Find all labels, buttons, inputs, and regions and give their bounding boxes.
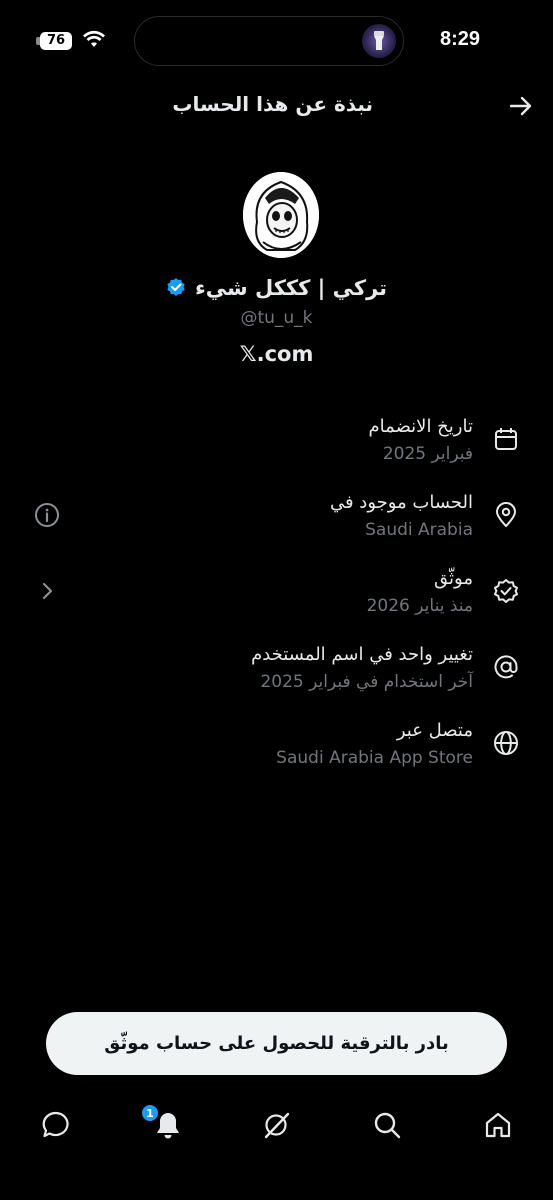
chat-icon[interactable] — [41, 1110, 71, 1140]
row-subtitle: Saudi Arabia — [365, 520, 473, 540]
row-title: تاريخ الانضمام — [368, 416, 473, 437]
row-subtitle: آخر استخدام في فبراير 2025 — [260, 672, 473, 692]
row-subtitle: منذ يناير 2026 — [366, 596, 473, 616]
display-name-row: تركي | كككل شيء — [0, 276, 553, 300]
wifi-icon — [83, 30, 105, 47]
header: نبذة عن هذا الحساب — [0, 82, 553, 128]
chevron-left-icon[interactable] — [34, 578, 60, 604]
info-row-location: الحساب موجود في Saudi Arabia — [0, 490, 553, 554]
clock: 8:29 — [440, 28, 481, 50]
upgrade-verified-button[interactable]: بادر بالترقية للحصول على حساب موثّق — [46, 1012, 507, 1075]
avatar[interactable] — [243, 172, 319, 258]
flashlight-icon — [362, 24, 396, 58]
notifications-tab[interactable]: 1 — [141, 1104, 183, 1140]
verified-badge-icon — [494, 579, 518, 603]
bottom-nav: 1 — [0, 1100, 553, 1160]
location-pin-icon — [495, 502, 517, 528]
info-row-verified[interactable]: موثّق منذ يناير 2026 — [0, 566, 553, 630]
status-bar: 76 8:29 — [0, 0, 553, 82]
home-icon[interactable] — [483, 1110, 513, 1140]
website-link[interactable]: 𝕏.com — [0, 342, 553, 366]
grok-icon[interactable] — [262, 1110, 292, 1140]
row-title: الحساب موجود في — [329, 492, 473, 513]
info-row-connected-via: متصل عبر Saudi Arabia App Store — [0, 718, 553, 782]
row-title: موثّق — [434, 568, 473, 589]
info-row-username-change: تغيير واحد في اسم المستخدم آخر استخدام ف… — [0, 642, 553, 706]
back-arrow-icon[interactable] — [507, 92, 535, 120]
calendar-icon — [495, 428, 517, 450]
info-icon[interactable] — [34, 502, 60, 528]
battery-indicator: 76 — [40, 32, 72, 50]
search-icon[interactable] — [372, 1110, 402, 1140]
notification-badge: 1 — [141, 1104, 159, 1122]
row-subtitle: فبراير 2025 — [382, 444, 473, 464]
globe-icon — [494, 731, 518, 755]
row-title: متصل عبر — [396, 720, 473, 741]
info-row-join-date: تاريخ الانضمام فبراير 2025 — [0, 414, 553, 478]
at-sign-icon — [494, 655, 518, 679]
row-title: تغيير واحد في اسم المستخدم — [251, 644, 473, 665]
handle: @tu_u_k — [240, 308, 313, 328]
display-name: تركي | كككل شيء — [195, 276, 388, 300]
row-subtitle: Saudi Arabia App Store — [276, 748, 473, 768]
verified-badge-icon — [167, 278, 185, 296]
page-title: نبذة عن هذا الحساب — [172, 92, 373, 116]
